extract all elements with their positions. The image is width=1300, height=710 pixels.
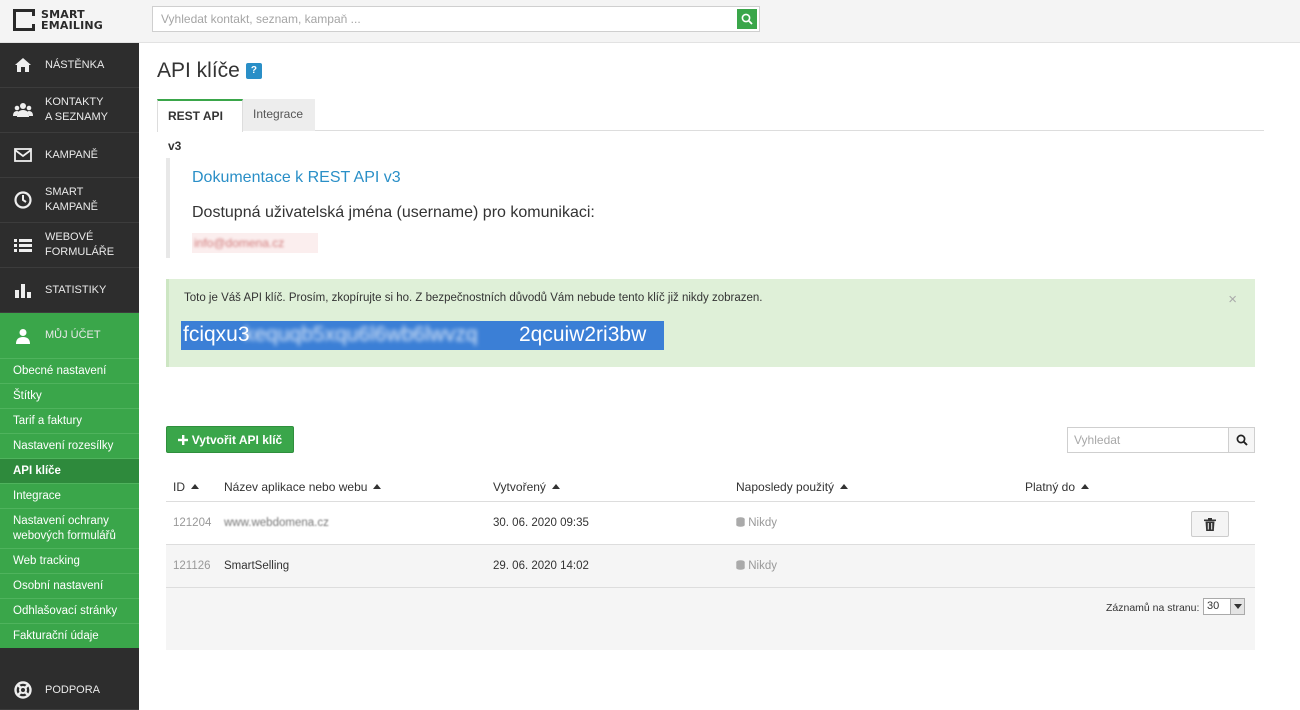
sort-asc-icon (551, 484, 560, 489)
lifebuoy-icon (13, 680, 33, 700)
table-search-button[interactable] (1228, 428, 1254, 452)
documentation-link[interactable]: Dokumentace k REST API v3 (192, 169, 401, 187)
sidebar-item-dashboard[interactable]: NÁSTĚNKA (0, 43, 139, 88)
delete-button[interactable] (1191, 511, 1229, 537)
table-search (1067, 427, 1255, 453)
cell-last-used: Nikdy (736, 560, 777, 572)
cell-created: 29. 06. 2020 14:02 (493, 560, 589, 572)
username-text: info@domena.cz (194, 236, 285, 250)
cell-name: SmartSelling (224, 560, 290, 572)
cell-name: www.webdomena.cz (224, 517, 329, 529)
submenu-sending-settings[interactable]: Nastavení rozesílky (0, 433, 139, 458)
global-search-input[interactable] (153, 7, 723, 31)
sidebar-item-web-forms[interactable]: WEBOVÉ FORMULÁŘE (0, 223, 139, 268)
per-page-label: Záznamů na stranu: (1106, 602, 1200, 614)
plus-icon (177, 434, 188, 445)
global-search-button[interactable] (737, 9, 757, 29)
header-id[interactable]: ID (173, 480, 199, 494)
account-submenu: Obecné nastavení Štítky Tarif a faktury … (0, 358, 139, 648)
clock-icon (13, 190, 33, 210)
usernames-heading: Dostupná uživatelská jména (username) pr… (192, 204, 595, 221)
table-row: 121126 SmartSelling 29. 06. 2020 14:02 N… (166, 545, 1255, 588)
submenu-billing-details[interactable]: Fakturační údaje (0, 623, 139, 648)
user-icon (13, 326, 33, 346)
users-icon (13, 100, 33, 120)
sort-asc-icon (373, 484, 382, 489)
logo[interactable]: SMART EMAILING (13, 9, 103, 31)
tabs: REST API v3 Integrace (157, 99, 1264, 153)
table-header: ID Název aplikace nebo webu Vytvořený Na… (166, 473, 1255, 502)
tab-rest-api-v3[interactable]: REST API v3 (157, 99, 243, 153)
submenu-personal-settings[interactable]: Osobní nastavení (0, 573, 139, 598)
global-search (152, 6, 760, 32)
header-name[interactable]: Název aplikace nebo webu (224, 480, 382, 494)
main-content: API klíče ? REST API v3 Integrace Dokume… (139, 43, 1300, 710)
chevron-down-icon (1230, 599, 1244, 614)
submenu-general-settings[interactable]: Obecné nastavení (0, 358, 139, 383)
alert-message: Toto je Váš API klíč. Prosím, zkopírujte… (184, 292, 763, 304)
search-icon (741, 13, 753, 25)
sidebar-item-smart-campaigns[interactable]: SMART KAMPANĚ (0, 178, 139, 223)
help-icon[interactable]: ? (245, 63, 262, 79)
search-icon (1236, 434, 1248, 446)
api-key-middle: kequqb5xqu6l6wb6lwvzq (244, 323, 478, 346)
submenu-form-protection[interactable]: Nastavení ochrany webových formulářů (0, 508, 139, 548)
sidebar-item-contacts[interactable]: KONTAKTY A SEZNAMY (0, 88, 139, 133)
header-last-used[interactable]: Naposledy použitý (736, 480, 849, 494)
sort-asc-icon (840, 484, 849, 489)
submenu-tariff-invoices[interactable]: Tarif a faktury (0, 408, 139, 433)
close-icon[interactable]: × (1228, 291, 1237, 308)
sidebar-item-my-account[interactable]: MŮJ ÚČET (0, 313, 139, 358)
documentation-block: Dokumentace k REST API v3 Dostupná uživa… (166, 158, 766, 258)
submenu-web-tracking[interactable]: Web tracking (0, 548, 139, 573)
api-key-start: fciqxu3 (183, 323, 250, 346)
per-page-select[interactable]: 30 (1203, 598, 1245, 615)
bar-chart-icon (13, 280, 33, 300)
database-icon (736, 517, 745, 527)
create-api-key-button[interactable]: Vytvořit API klíč (166, 426, 294, 453)
logo-mark-icon (13, 9, 35, 31)
submenu-integrations[interactable]: Integrace (0, 483, 139, 508)
api-key-alert: Toto je Váš API klíč. Prosím, zkopírujte… (166, 279, 1255, 367)
table-row: 121204 www.webdomena.cz 30. 06. 2020 09:… (166, 502, 1255, 545)
api-key-end: 2qcuiw2ri3bw (519, 323, 647, 346)
database-icon (736, 560, 745, 570)
username-value: info@domena.cz (192, 233, 318, 253)
submenu-api-keys[interactable]: API klíče (0, 458, 139, 483)
submenu-tags[interactable]: Štítky (0, 383, 139, 408)
api-keys-table: ID Název aplikace nebo webu Vytvořený Na… (166, 473, 1255, 650)
tab-integrations[interactable]: Integrace (243, 99, 315, 131)
cell-created: 30. 06. 2020 09:35 (493, 517, 589, 529)
cell-id: 121126 (173, 560, 211, 572)
submenu-unsubscribe-pages[interactable]: Odhlašovací stránky (0, 598, 139, 623)
cell-last-used: Nikdy (736, 517, 777, 529)
api-key-value[interactable]: fciqxu3 kequqb5xqu6l6wb6lwvzq 2qcuiw2ri3… (181, 321, 664, 350)
sidebar: NÁSTĚNKA KONTAKTY A SEZNAMY KAMPANĚ SMAR… (0, 43, 139, 710)
header-created[interactable]: Vytvořený (493, 480, 560, 494)
cell-id: 121204 (173, 517, 212, 529)
sort-asc-icon (191, 484, 199, 489)
home-icon (13, 55, 33, 75)
trash-icon (1204, 517, 1216, 531)
logo-line-2: EMAILING (41, 19, 104, 32)
table-footer: Záznamů na stranu: 30 (166, 588, 1255, 650)
envelope-icon (13, 145, 33, 165)
list-icon (13, 235, 33, 255)
page-title: API klíče ? (157, 59, 262, 83)
header-valid-until[interactable]: Platný do (1025, 480, 1090, 494)
top-bar: SMART EMAILING (0, 0, 1300, 43)
table-search-input[interactable] (1068, 428, 1228, 452)
sidebar-item-statistics[interactable]: STATISTIKY (0, 268, 139, 313)
sidebar-item-campaigns[interactable]: KAMPANĚ (0, 133, 139, 178)
sidebar-item-support[interactable]: PODPORA (0, 665, 139, 710)
sort-asc-icon (1081, 484, 1090, 489)
